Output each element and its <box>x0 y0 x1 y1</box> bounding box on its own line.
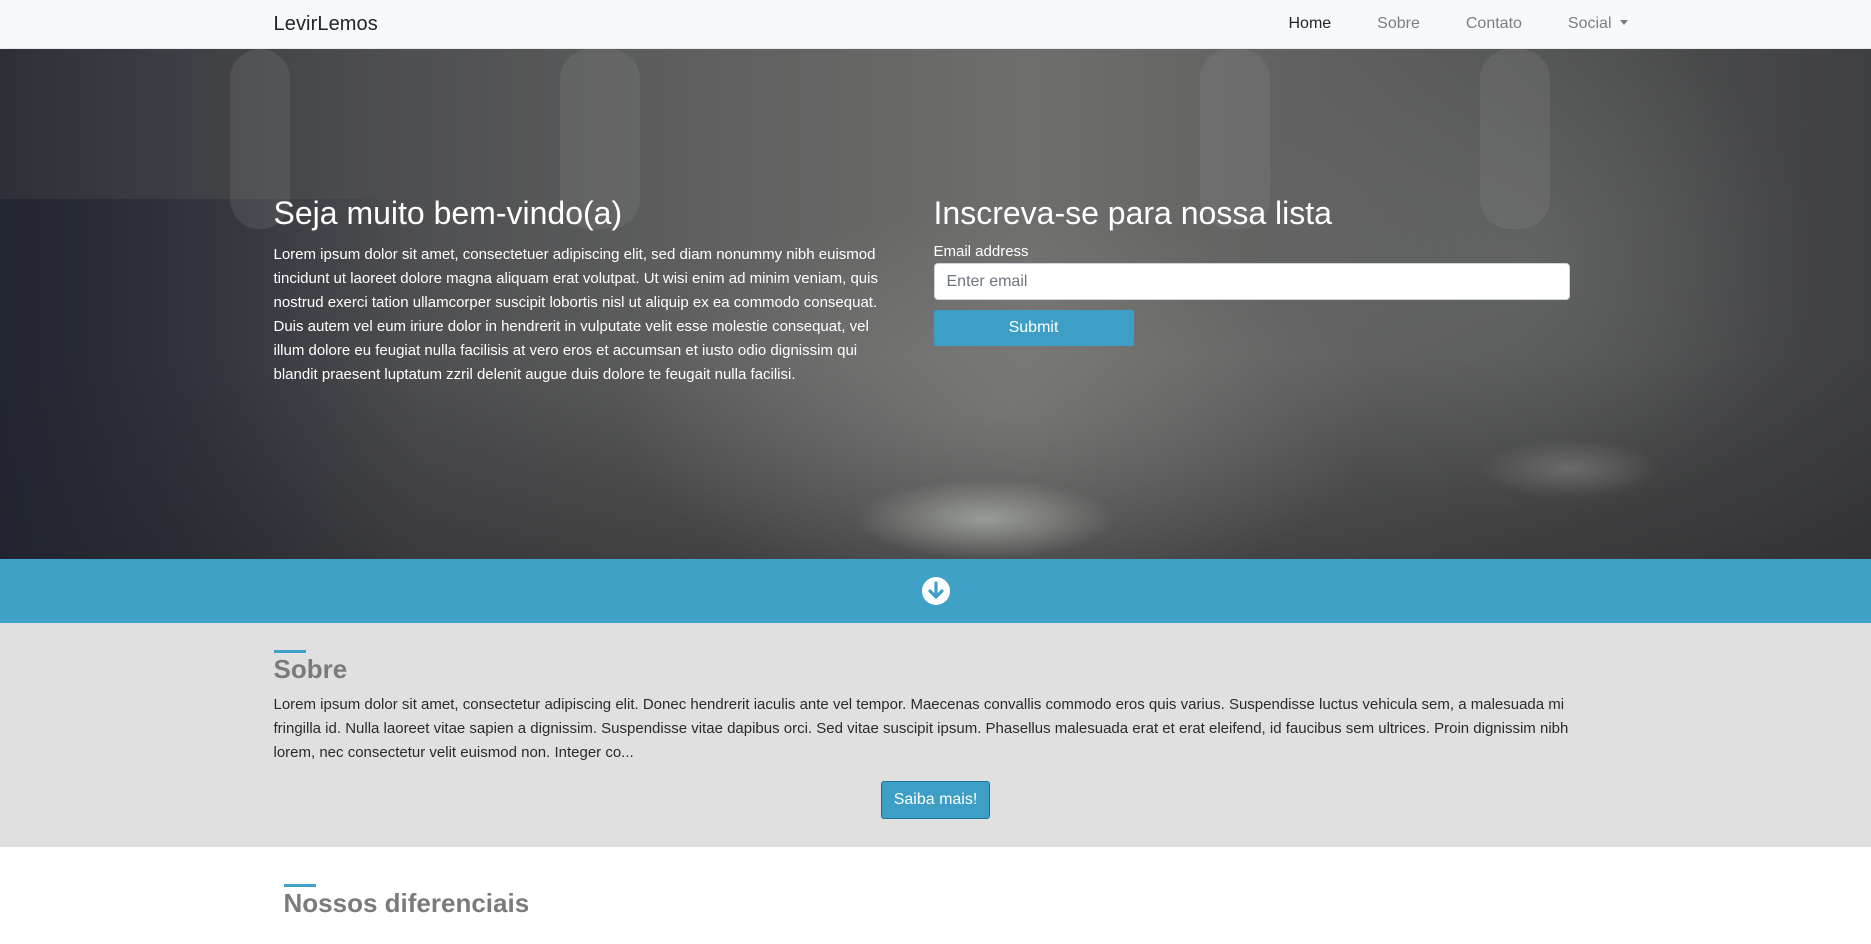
signup-form: Inscreva-se para nossa lista Email addre… <box>933 193 1570 387</box>
brand-logo[interactable]: LevirLemos <box>274 13 378 36</box>
email-field[interactable] <box>933 263 1570 300</box>
submit-button[interactable]: Submit <box>933 310 1134 346</box>
scroll-down-band <box>0 559 1871 623</box>
nav-item-home[interactable]: Home <box>1288 15 1331 33</box>
email-label: Email address <box>933 243 1029 260</box>
saiba-mais-button[interactable]: Saiba mais! <box>880 781 991 819</box>
navbar: LevirLemos Home Sobre Contato Social <box>0 0 1871 49</box>
arrow-circle-down-icon[interactable] <box>921 576 951 606</box>
hero-section: Seja muito bem-vindo(a) Lorem ipsum dolo… <box>0 49 1871 559</box>
nav-item-sobre[interactable]: Sobre <box>1377 15 1420 33</box>
main-nav: Home Sobre Contato Social <box>1242 15 1628 33</box>
sobre-section: Sobre Lorem ipsum dolor sit amet, consec… <box>0 623 1871 847</box>
diferenciais-title: Nossos diferenciais <box>283 884 530 918</box>
diferenciais-section: Nossos diferenciais <box>0 847 1871 919</box>
signup-title: Inscreva-se para nossa lista <box>933 195 1332 231</box>
nav-item-contato[interactable]: Contato <box>1466 15 1522 33</box>
caret-down-icon <box>1619 20 1628 25</box>
welcome-block: Seja muito bem-vindo(a) Lorem ipsum dolo… <box>274 193 894 387</box>
nav-item-social-dropdown[interactable]: Social <box>1568 15 1628 33</box>
nav-item-social-label: Social <box>1567 15 1612 32</box>
welcome-title: Seja muito bem-vindo(a) <box>273 195 623 231</box>
sobre-title: Sobre <box>273 650 348 684</box>
welcome-text: Lorem ipsum dolor sit amet, consectetuer… <box>273 246 878 383</box>
sobre-text: Lorem ipsum dolor sit amet, consectetur … <box>273 696 1569 761</box>
